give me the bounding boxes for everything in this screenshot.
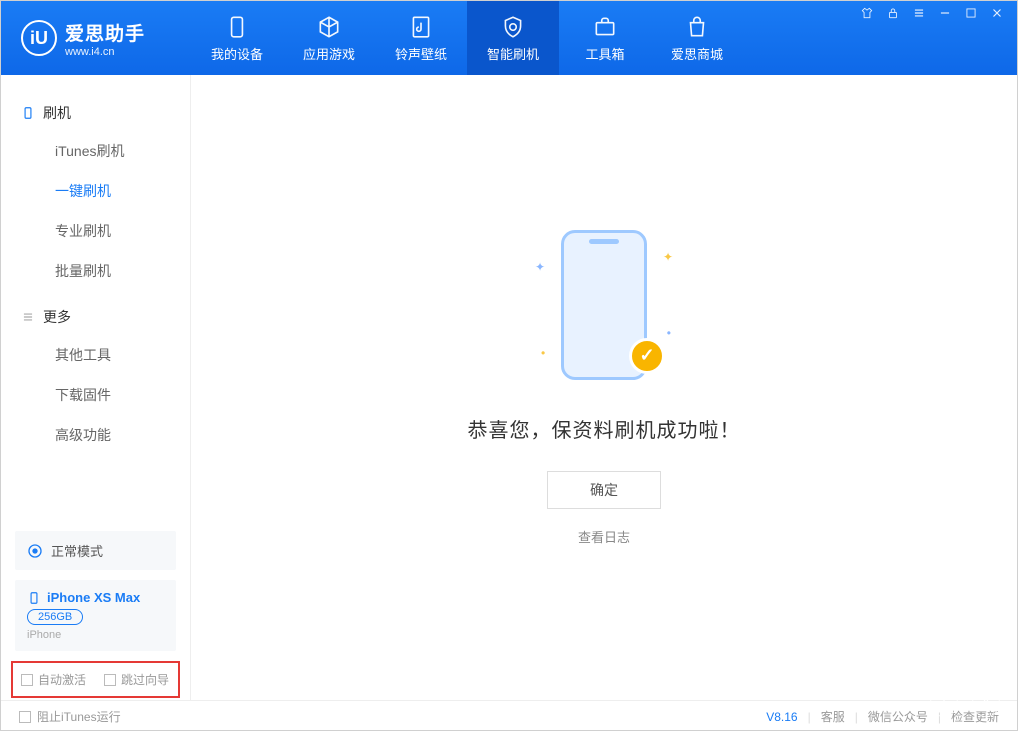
tab-label: 铃声壁纸 (395, 44, 447, 63)
sidebar-item-advanced[interactable]: 高级功能 (1, 415, 190, 455)
check-badge-icon: ✓ (629, 338, 665, 374)
tab-my-device[interactable]: 我的设备 (191, 1, 283, 75)
group-title-text: 更多 (43, 307, 71, 327)
checkbox-label: 自动激活 (38, 671, 86, 688)
sidebar: 刷机 iTunes刷机 一键刷机 专业刷机 批量刷机 更多 其他工具 下载固件 … (1, 75, 191, 700)
main-content: ✓ ✦ ✦ • • 恭喜您，保资料刷机成功啦！ 确定 查看日志 (191, 75, 1017, 700)
sparkle-icon: • (541, 346, 545, 360)
app-name: 爱思助手 (65, 19, 145, 46)
ok-button[interactable]: 确定 (547, 471, 661, 509)
music-file-icon (408, 14, 434, 40)
tab-label: 我的设备 (211, 44, 263, 63)
bag-icon (684, 14, 710, 40)
mode-box[interactable]: 正常模式 (15, 531, 176, 570)
options-row: 自动激活 跳过向导 (11, 661, 180, 698)
mode-icon (27, 543, 43, 559)
version-text: V8.16 (766, 710, 797, 724)
phone-icon (224, 14, 250, 40)
sidebar-group-title-flash: 刷机 (1, 95, 190, 131)
tab-label: 工具箱 (585, 44, 624, 63)
sidebar-item-download-firmware[interactable]: 下载固件 (1, 375, 190, 415)
device-box[interactable]: iPhone XS Max 256GB iPhone (15, 580, 176, 651)
separator: | (855, 710, 858, 724)
device-name-text: iPhone XS Max (47, 590, 140, 605)
sidebar-item-pro-flash[interactable]: 专业刷机 (1, 211, 190, 251)
footer: 阻止iTunes运行 V8.16 | 客服 | 微信公众号 | 检查更新 (1, 700, 1017, 732)
briefcase-icon (592, 14, 618, 40)
sidebar-group-flash: 刷机 iTunes刷机 一键刷机 专业刷机 批量刷机 (1, 95, 190, 299)
tab-label: 应用游戏 (303, 44, 355, 63)
checkbox-label: 阻止iTunes运行 (37, 708, 121, 725)
sparkle-icon: ✦ (663, 250, 673, 264)
mode-text: 正常模式 (51, 541, 103, 560)
sparkle-icon: • (667, 326, 671, 340)
separator: | (808, 710, 811, 724)
checkbox-auto-activate[interactable]: 自动激活 (21, 671, 86, 688)
checkbox-skip-guide[interactable]: 跳过向导 (104, 671, 169, 688)
group-title-text: 刷机 (43, 103, 71, 123)
device-small-icon (21, 106, 35, 120)
sidebar-item-oneclick-flash[interactable]: 一键刷机 (1, 171, 190, 211)
close-button[interactable] (990, 6, 1004, 20)
device-name-row: iPhone XS Max (27, 590, 164, 605)
sidebar-item-batch-flash[interactable]: 批量刷机 (1, 251, 190, 291)
sidebar-item-other-tools[interactable]: 其他工具 (1, 335, 190, 375)
menu-icon[interactable] (912, 6, 926, 20)
minimize-button[interactable] (938, 6, 952, 20)
maximize-button[interactable] (964, 6, 978, 20)
checkbox-box (21, 674, 33, 686)
shield-refresh-icon (500, 14, 526, 40)
tab-store[interactable]: 爱思商城 (651, 1, 743, 75)
shirt-icon[interactable] (860, 6, 874, 20)
sparkle-icon: ✦ (535, 260, 545, 274)
checkbox-box (104, 674, 116, 686)
logo-icon: iU (21, 20, 57, 56)
sidebar-group-more: 更多 其他工具 下载固件 高级功能 (1, 299, 190, 463)
app-url: www.i4.cn (65, 46, 145, 58)
tab-ringtone-wallpaper[interactable]: 铃声壁纸 (375, 1, 467, 75)
app-header: iU 爱思助手 www.i4.cn 我的设备 应用游戏 铃声壁纸 智能刷机 工具… (1, 1, 1017, 75)
view-log-link[interactable]: 查看日志 (578, 527, 630, 546)
logo-area: iU 爱思助手 www.i4.cn (1, 1, 191, 75)
device-type: iPhone (27, 629, 164, 641)
success-message: 恭喜您，保资料刷机成功啦！ (468, 414, 741, 443)
wechat-link[interactable]: 微信公众号 (868, 708, 928, 725)
window-controls (846, 0, 1018, 26)
tab-label: 爱思商城 (671, 44, 723, 63)
sidebar-item-itunes-flash[interactable]: iTunes刷机 (1, 131, 190, 171)
lock-icon[interactable] (886, 6, 900, 20)
list-icon (21, 310, 35, 324)
tab-toolbox[interactable]: 工具箱 (559, 1, 651, 75)
success-illustration: ✓ ✦ ✦ • • (549, 230, 659, 390)
support-link[interactable]: 客服 (821, 708, 845, 725)
device-phone-icon (27, 591, 41, 605)
capacity-badge: 256GB (27, 609, 83, 625)
tab-apps-games[interactable]: 应用游戏 (283, 1, 375, 75)
tab-label: 智能刷机 (487, 44, 539, 63)
sidebar-bottom: 正常模式 iPhone XS Max 256GB iPhone 自动激活 跳过向… (1, 531, 190, 700)
logo-text: 爱思助手 www.i4.cn (65, 19, 145, 58)
checkbox-block-itunes[interactable]: 阻止iTunes运行 (19, 708, 121, 725)
checkbox-label: 跳过向导 (121, 671, 169, 688)
tab-smart-flash[interactable]: 智能刷机 (467, 1, 559, 75)
checkbox-box (19, 711, 31, 723)
sidebar-group-title-more: 更多 (1, 299, 190, 335)
cube-icon (316, 14, 342, 40)
